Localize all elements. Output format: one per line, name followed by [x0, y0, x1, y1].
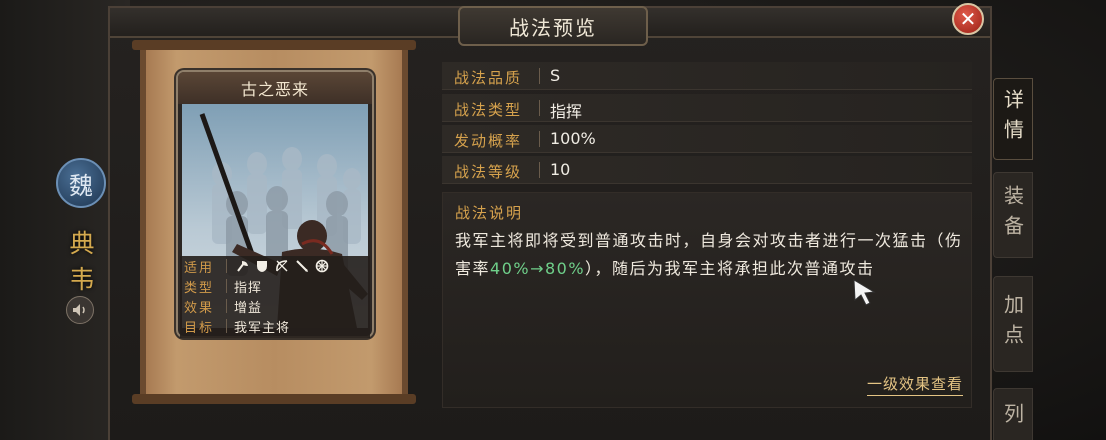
stat-value: S — [550, 66, 561, 85]
divider — [539, 162, 540, 178]
tab-details[interactable]: 详情 — [993, 78, 1033, 160]
stat-row-level: 战法等级 10 — [442, 156, 972, 184]
axe-icon — [234, 258, 249, 273]
card-row-value: 我军主将 — [234, 321, 291, 336]
shield-icon — [254, 258, 269, 273]
faction-badge: 魏 — [56, 158, 106, 208]
pointer-cursor-icon — [853, 279, 876, 306]
speaker-icon[interactable] — [66, 296, 94, 324]
card-row-target: 目标 我军主将 — [180, 316, 366, 336]
dialog-title: 战法预览 — [458, 6, 648, 46]
stat-label: 战法等级 — [454, 163, 523, 181]
tab-attributes[interactable]: 加点 — [993, 276, 1033, 372]
card-row-value: 指挥 — [234, 281, 263, 296]
description-part-2: ），随后为我军主将承担此次普通攻击 — [585, 259, 875, 278]
tab-equipment[interactable]: 装备 — [993, 172, 1033, 258]
description-text: 我军主将即将受到普通攻击时，自身会对攻击者进行一次猛击（伤害率40%→80%），… — [455, 227, 965, 283]
skill-description-box: 战法说明 我军主将即将受到普通攻击时，自身会对攻击者进行一次猛击（伤害率40%→… — [442, 192, 972, 408]
hero-name: 典韦 — [69, 229, 95, 294]
stat-label: 战法品质 — [454, 69, 523, 87]
divider — [539, 131, 540, 147]
card-row-applicable: 适用 — [180, 256, 366, 276]
divider — [539, 100, 540, 116]
troop-type-icons — [234, 258, 329, 273]
scroll-rod-top — [132, 40, 416, 50]
scroll-rod-bottom — [132, 394, 416, 404]
divider — [226, 299, 227, 313]
skill-card-info: 适用 类型 指挥 效果 增益 目标 我军主将 — [176, 256, 374, 338]
stat-value: 10 — [550, 160, 571, 179]
description-title: 战法说明 — [455, 204, 524, 222]
card-row-effect: 效果 增益 — [180, 296, 366, 316]
card-row-key: 类型 — [184, 281, 215, 296]
close-button[interactable]: ✕ — [952, 3, 984, 35]
skill-name: 古之恶来 — [178, 72, 372, 104]
stat-row-type: 战法类型 指挥 — [442, 94, 972, 122]
card-row-key: 目标 — [184, 321, 215, 336]
close-icon: ✕ — [959, 7, 977, 31]
wheel-icon — [314, 258, 329, 273]
level-one-effect-link[interactable]: 一级效果查看 — [866, 373, 963, 396]
card-row-key: 效果 — [184, 301, 215, 316]
divider — [226, 279, 227, 293]
bow-icon — [274, 258, 289, 273]
spear-icon — [294, 258, 309, 273]
divider — [539, 68, 540, 84]
card-row-type: 类型 指挥 — [180, 276, 366, 296]
stat-value: 100% — [550, 129, 596, 148]
stat-row-trigger-rate: 发动概率 100% — [442, 125, 972, 153]
tab-more[interactable]: 列 — [993, 388, 1033, 440]
stat-label: 战法类型 — [454, 101, 523, 119]
divider — [226, 259, 227, 273]
divider — [226, 319, 227, 333]
card-row-value: 增益 — [234, 301, 263, 316]
damage-rate-highlight: 40%→80% — [490, 259, 586, 278]
stat-label: 发动概率 — [454, 132, 523, 150]
stat-row-quality: 战法品质 S — [442, 62, 972, 90]
card-row-key: 适用 — [184, 261, 215, 276]
stat-value: 指挥 — [550, 102, 583, 121]
